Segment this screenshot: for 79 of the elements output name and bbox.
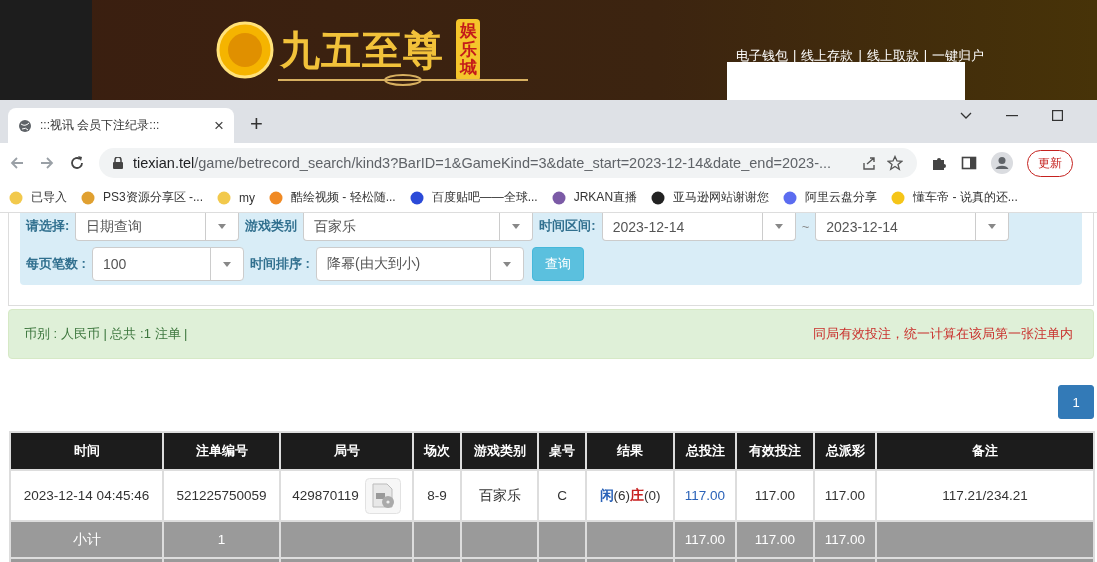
column-header: 游戏类别 xyxy=(461,432,538,470)
logo-icon xyxy=(216,21,274,79)
field-label: 时间区间: xyxy=(539,217,596,235)
nav-separator: | xyxy=(923,47,928,64)
flourish-icon xyxy=(278,74,528,86)
date-field[interactable]: 2023-12-14 xyxy=(601,213,796,241)
table-cell: 1 xyxy=(163,521,280,558)
notice-text: 同局有效投注，统一计算在该局第一张注单内 xyxy=(813,325,1073,343)
chevron-down-icon[interactable] xyxy=(960,111,972,120)
column-header: 桌号 xyxy=(538,432,586,470)
table-cell xyxy=(413,521,461,558)
select-field[interactable]: 百家乐 xyxy=(303,213,534,241)
logo-text: 九五至尊 xyxy=(280,26,444,74)
page-button[interactable]: 1 xyxy=(1058,385,1094,419)
avatar-icon[interactable] xyxy=(991,152,1013,174)
bookmark[interactable]: 已导入 xyxy=(9,189,67,206)
puzzle-icon[interactable] xyxy=(931,155,947,171)
back-icon[interactable] xyxy=(9,155,25,171)
browser-tab[interactable]: :::视讯 会员下注纪录::: × xyxy=(8,108,234,143)
share-icon[interactable] xyxy=(861,155,877,171)
column-header: 局号 xyxy=(280,432,413,470)
table-cell: 小计 xyxy=(10,521,163,558)
maximize-icon[interactable] xyxy=(1052,110,1063,121)
logo-badge: 娱乐城 xyxy=(456,18,480,82)
bookmark[interactable]: PS3资源分享区 -... xyxy=(81,189,203,206)
globe-icon xyxy=(18,118,32,133)
bookmark[interactable]: 百度贴吧——全球... xyxy=(409,189,538,206)
video-file-icon[interactable] xyxy=(364,477,401,514)
close-tab-button[interactable]: × xyxy=(214,115,224,136)
bookmark[interactable]: 阿里云盘分享 xyxy=(783,189,878,206)
field-label: 游戏类别 xyxy=(245,217,298,235)
bookmark[interactable]: JRKAN直播 xyxy=(551,189,638,206)
nav-link[interactable]: 电子钱包 xyxy=(736,47,788,65)
table-cell: 117.00 xyxy=(736,521,814,558)
select-field[interactable]: 降幂(由大到小) xyxy=(315,247,524,281)
field-label: 请选择: xyxy=(26,217,70,235)
caret-icon xyxy=(774,224,783,229)
column-header: 结果 xyxy=(586,432,674,470)
sidebar-icon[interactable] xyxy=(961,155,977,171)
date-field[interactable]: 2023-12-14 xyxy=(815,213,1010,241)
nav-link[interactable]: 线上取款 xyxy=(866,47,919,65)
nav-separator: | xyxy=(793,47,797,64)
field-label: 每页笔数 : xyxy=(26,255,86,273)
bookmark[interactable]: 亚马逊网站谢谢您 xyxy=(651,189,770,206)
column-header: 总投注 xyxy=(674,432,736,470)
address-bar[interactable]: tiexian.tel/game/betrecord_search/kind3?BarID=1&GameKind=3&date_start=2023-12-14&date_end=2023-... xyxy=(99,148,917,178)
column-header: 注单编号 xyxy=(163,432,280,470)
lock-icon xyxy=(113,157,123,169)
caret-icon xyxy=(512,224,521,229)
table-cell: 117.00 xyxy=(814,521,876,558)
reload-icon[interactable] xyxy=(69,155,85,171)
range-separator: ~ xyxy=(801,219,810,234)
column-header: 总派彩 xyxy=(814,432,876,470)
tab-title: :::视讯 会员下注纪录::: xyxy=(40,117,161,134)
minimize-icon[interactable] xyxy=(1006,114,1018,117)
summary-text: 币别 : 人民币 | 总共 :1 注单 | xyxy=(24,325,188,343)
select-field[interactable]: 日期查询 xyxy=(75,213,240,241)
caret-icon xyxy=(988,224,997,229)
bookmark[interactable]: my xyxy=(217,190,255,205)
new-tab-button[interactable]: + xyxy=(250,111,263,137)
caret-icon xyxy=(218,224,227,229)
select-field[interactable]: 100 xyxy=(91,247,244,281)
star-icon[interactable] xyxy=(887,155,903,171)
table-cell xyxy=(538,521,586,558)
caret-icon xyxy=(222,261,231,267)
nav-link[interactable]: 一键归户 xyxy=(932,47,985,65)
table-cell: 117.00 xyxy=(674,521,736,558)
forward-icon[interactable] xyxy=(39,155,55,171)
bookmark[interactable]: 酷绘视频 - 轻松随... xyxy=(269,189,396,206)
column-header: 时间 xyxy=(10,432,163,470)
field-label: 时间排序 : xyxy=(249,255,310,273)
nav-link[interactable]: 线上存款 xyxy=(801,47,854,65)
caret-icon xyxy=(502,261,511,267)
column-header: 备注 xyxy=(876,432,1094,470)
column-header: 场次 xyxy=(413,432,461,470)
column-header: 有效投注 xyxy=(736,432,814,470)
bookmark[interactable]: 懂车帝 - 说真的还... xyxy=(891,189,1018,206)
nav-separator: | xyxy=(858,47,862,64)
table-cell: 429870119 xyxy=(280,470,413,521)
